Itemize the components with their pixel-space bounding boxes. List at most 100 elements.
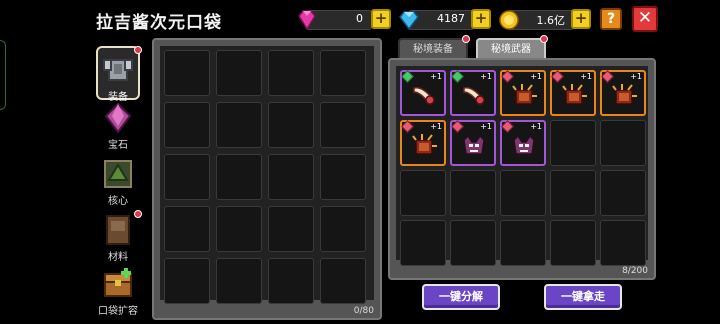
tab-secret-equipment[interactable]: 秘境装备 xyxy=(398,35,470,60)
notification-dot xyxy=(134,46,142,54)
demon-mask-icon xyxy=(463,134,485,155)
empty-slot[interactable] xyxy=(216,102,262,148)
inventory-item-spiked-gauntlet[interactable]: +1 xyxy=(600,70,646,116)
gem-crystal-icon xyxy=(104,102,132,134)
empty-slot[interactable] xyxy=(268,206,314,252)
notification-dot xyxy=(134,210,142,218)
empty-slot[interactable] xyxy=(268,258,314,304)
weapon-storage-panel: +1 +1 +1 +1 +1 +1 +1 +1 8/200 xyxy=(388,58,656,280)
gold-counter: 1.6亿 xyxy=(499,10,574,30)
empty-slot[interactable] xyxy=(550,220,596,266)
sidebar-item-label: 材料 xyxy=(108,252,128,263)
tab-secret-weapons[interactable]: 秘境武器 xyxy=(476,35,548,60)
empty-slot[interactable] xyxy=(216,154,262,200)
empty-slot[interactable] xyxy=(600,220,646,266)
horn-icon xyxy=(463,86,485,105)
empty-slot[interactable] xyxy=(164,206,210,252)
empty-slot[interactable] xyxy=(320,206,366,252)
demon-mask-icon xyxy=(513,134,535,155)
red-rarity-gem-icon xyxy=(601,70,614,83)
pink-gem-value: 0 xyxy=(356,12,363,25)
sidebar-item-label: 核心 xyxy=(108,196,128,207)
empty-slot[interactable] xyxy=(164,258,210,304)
empty-slot[interactable] xyxy=(400,220,446,266)
take-all-button[interactable]: 一键拿走 xyxy=(544,284,622,310)
red-rarity-gem-icon xyxy=(551,70,564,83)
sidebar-item-gems[interactable]: 宝石 xyxy=(94,100,142,160)
edge-tab[interactable] xyxy=(0,40,6,110)
empty-slot[interactable] xyxy=(400,170,446,216)
sidebar-item-materials[interactable]: 材料 xyxy=(94,210,142,272)
red-rarity-gem-icon xyxy=(451,120,464,133)
decompose-all-button[interactable]: 一键分解 xyxy=(422,284,500,310)
inventory-item-horn-weapon[interactable]: +1 xyxy=(450,70,496,116)
item-level: +1 xyxy=(530,72,542,81)
spiked-gauntlet-icon xyxy=(512,84,537,105)
inventory-item-demon-mask[interactable]: +1 xyxy=(500,120,546,166)
notification-dot xyxy=(540,35,548,43)
inventory-item-spiked-gauntlet[interactable]: +1 xyxy=(550,70,596,116)
gold-coin-icon xyxy=(499,10,519,30)
empty-slot[interactable] xyxy=(600,170,646,216)
item-level: +1 xyxy=(480,122,492,131)
red-rarity-gem-icon xyxy=(401,120,414,133)
gold-value: 1.6亿 xyxy=(536,14,566,27)
red-rarity-gem-icon xyxy=(501,70,514,83)
empty-slot[interactable] xyxy=(500,170,546,216)
empty-slot[interactable] xyxy=(320,102,366,148)
inventory-item-spiked-gauntlet[interactable]: +1 xyxy=(400,120,446,166)
material-book-icon xyxy=(106,215,130,245)
equipment-grid xyxy=(160,46,374,304)
add-pink-gem-button[interactable]: + xyxy=(371,9,391,29)
empty-slot[interactable] xyxy=(268,50,314,96)
green-rarity-gem-icon xyxy=(451,70,464,83)
empty-slot[interactable] xyxy=(216,206,262,252)
spiked-gauntlet-icon xyxy=(612,84,637,105)
equipment-armor-icon xyxy=(103,59,133,81)
empty-slot[interactable] xyxy=(164,102,210,148)
empty-slot[interactable] xyxy=(216,258,262,304)
sidebar-item-pocket-expand[interactable]: 口袋扩容 xyxy=(94,266,142,324)
empty-slot[interactable] xyxy=(450,220,496,266)
inventory-item-demon-mask[interactable]: +1 xyxy=(450,120,496,166)
empty-slot[interactable] xyxy=(320,258,366,304)
empty-slot[interactable] xyxy=(550,120,596,166)
empty-slot[interactable] xyxy=(164,50,210,96)
item-level: +1 xyxy=(580,72,592,81)
green-rarity-gem-icon xyxy=(401,70,414,83)
add-gold-button[interactable]: + xyxy=(571,9,591,29)
pink-gem-icon xyxy=(298,10,316,31)
weapon-capacity: 8/200 xyxy=(622,266,648,276)
add-blue-gem-button[interactable]: + xyxy=(471,9,491,29)
notification-dot xyxy=(462,35,470,43)
chest-expand-icon xyxy=(104,268,132,297)
empty-slot[interactable] xyxy=(320,154,366,200)
help-button[interactable]: ? xyxy=(600,8,622,30)
tab-label: 秘境武器 xyxy=(491,44,531,55)
weapon-grid: +1 +1 +1 +1 +1 +1 +1 +1 xyxy=(396,66,648,266)
game-screen: 拉吉酱次元口袋 0 + 4187 + 1.6亿 + ? ✕ 装备 宝石 核心 材… xyxy=(0,0,720,324)
sidebar-item-label: 宝石 xyxy=(108,140,128,151)
empty-slot[interactable] xyxy=(164,154,210,200)
sidebar-item-label: 口袋扩容 xyxy=(98,306,138,317)
item-level: +1 xyxy=(480,72,492,81)
empty-slot[interactable] xyxy=(450,170,496,216)
equipment-capacity: 0/80 xyxy=(353,306,374,316)
tab-label: 秘境装备 xyxy=(413,44,453,55)
pink-gem-counter: 0 xyxy=(298,10,372,31)
empty-slot[interactable] xyxy=(268,102,314,148)
close-button[interactable]: ✕ xyxy=(632,6,658,32)
empty-slot[interactable] xyxy=(500,220,546,266)
empty-slot[interactable] xyxy=(320,50,366,96)
empty-slot[interactable] xyxy=(600,120,646,166)
empty-slot[interactable] xyxy=(550,170,596,216)
sidebar-item-core[interactable]: 核心 xyxy=(94,156,142,216)
empty-slot[interactable] xyxy=(268,154,314,200)
inventory-item-horn-weapon[interactable]: +1 xyxy=(400,70,446,116)
inventory-item-spiked-gauntlet[interactable]: +1 xyxy=(500,70,546,116)
spiked-gauntlet-icon xyxy=(412,134,437,155)
item-level: +1 xyxy=(530,122,542,131)
core-emblem-icon xyxy=(104,160,132,188)
spiked-gauntlet-icon xyxy=(562,84,587,105)
empty-slot[interactable] xyxy=(216,50,262,96)
